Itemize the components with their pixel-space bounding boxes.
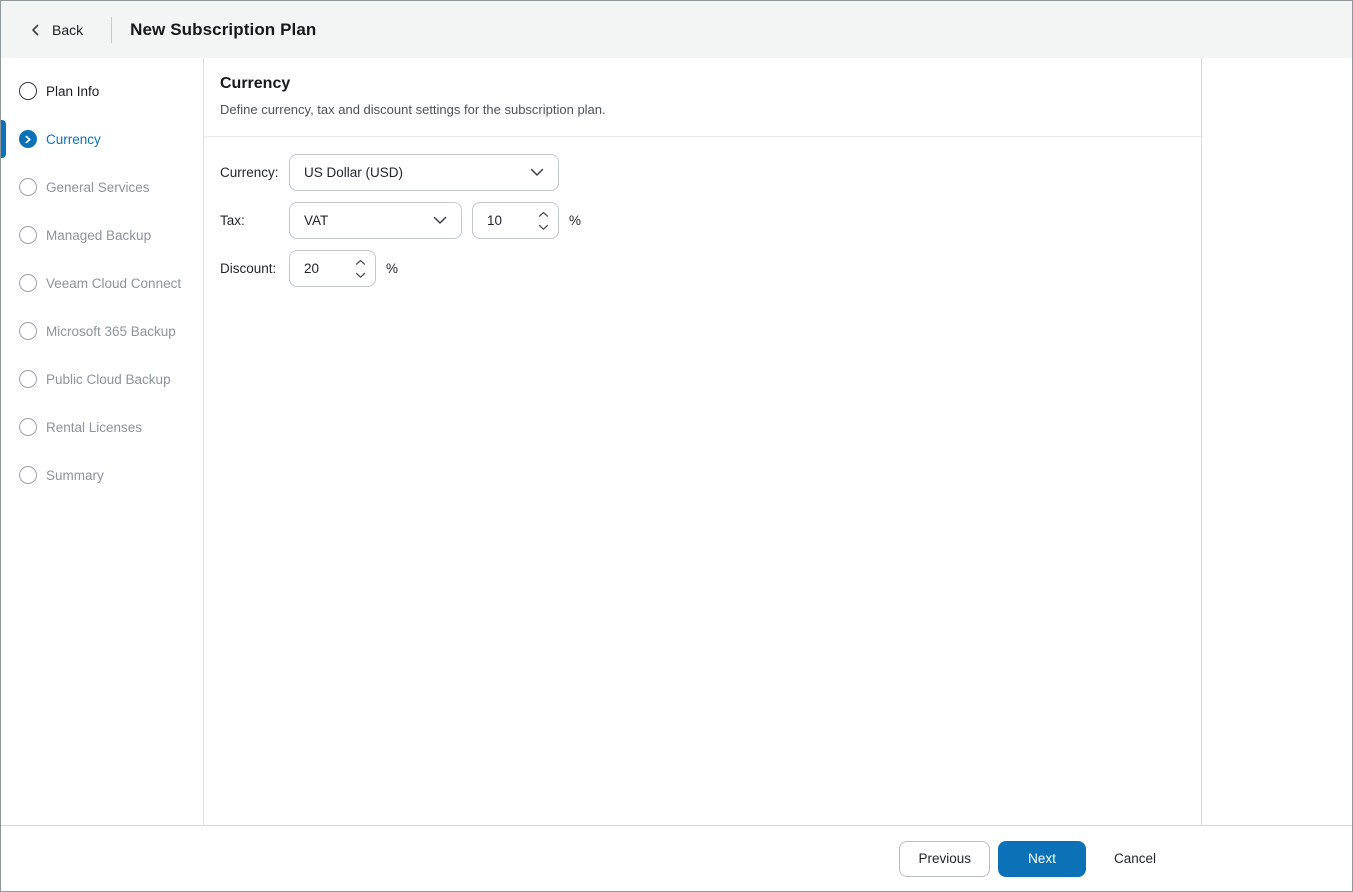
- chevron-down-icon: [530, 164, 544, 182]
- step-state-icon: [19, 178, 37, 196]
- currency-form: Currency: US Dollar (USD) Tax: VAT 10 % …: [204, 137, 1201, 315]
- step-label: Currency: [46, 131, 101, 147]
- new-subscription-plan-window: Back New Subscription Plan Plan Info Cur…: [0, 0, 1353, 892]
- tax-label: Tax:: [220, 213, 245, 228]
- currency-select-value: US Dollar (USD): [304, 165, 404, 180]
- tax-rate-field: [472, 202, 559, 239]
- sidebar-item-summary[interactable]: Summary: [1, 451, 203, 499]
- discount-label: Discount:: [220, 261, 277, 276]
- step-state-icon: [19, 370, 37, 388]
- sidebar-item-managed-backup[interactable]: Managed Backup: [1, 211, 203, 259]
- currency-step-panel: Currency Define currency, tax and discou…: [204, 58, 1202, 825]
- step-state-icon: [19, 322, 37, 340]
- sidebar-item-public-cloud-backup[interactable]: Public Cloud Backup: [1, 355, 203, 403]
- sidebar-item-plan-info[interactable]: Plan Info: [1, 67, 203, 115]
- discount-percent-sign: %: [386, 261, 399, 276]
- discount-input[interactable]: [290, 251, 342, 286]
- spinner-up-icon[interactable]: [353, 257, 367, 267]
- wizard-footer: Previous Next Cancel: [1, 825, 1352, 891]
- step-label: Veeam Cloud Connect: [46, 275, 182, 291]
- step-state-icon: [19, 82, 37, 100]
- chevron-down-icon: [433, 212, 447, 230]
- step-label: Plan Info: [46, 83, 100, 99]
- step-state-icon: [19, 226, 37, 244]
- discount-spinner: [353, 251, 367, 286]
- currency-row: Currency: US Dollar (USD): [220, 154, 1185, 191]
- sidebar-item-veeam-cloud-connect[interactable]: Veeam Cloud Connect: [1, 259, 203, 307]
- step-state-icon: [19, 130, 37, 148]
- step-state-icon: [19, 418, 37, 436]
- currency-select[interactable]: US Dollar (USD): [289, 154, 559, 191]
- tax-percent-sign: %: [569, 213, 582, 228]
- chevron-left-icon: [29, 23, 42, 37]
- spinner-down-icon[interactable]: [536, 222, 550, 232]
- wizard-body: Plan Info Currency General Services Mana…: [1, 58, 1352, 825]
- step-header: Currency Define currency, tax and discou…: [204, 58, 1201, 137]
- header-divider: [111, 16, 113, 43]
- tax-type-select[interactable]: VAT: [289, 202, 462, 239]
- right-gutter: [1202, 58, 1352, 825]
- discount-row: Discount: 20 %: [220, 250, 1185, 287]
- sidebar-item-microsoft-365-backup[interactable]: Microsoft 365 Backup: [1, 307, 203, 355]
- step-label: General Services: [46, 179, 150, 195]
- sidebar-item-general-services[interactable]: General Services: [1, 163, 203, 211]
- step-label: Microsoft 365 Backup: [46, 323, 176, 339]
- step-state-icon: [19, 466, 37, 484]
- step-heading: Currency: [220, 75, 291, 92]
- step-label: Managed Backup: [46, 227, 152, 243]
- step-label: Public Cloud Backup: [46, 371, 171, 387]
- spinner-down-icon[interactable]: [353, 270, 367, 280]
- discount-field: [289, 250, 376, 287]
- wizard-header: Back New Subscription Plan: [1, 1, 1352, 58]
- back-label: Back: [52, 21, 84, 38]
- step-label: Rental Licenses: [46, 419, 143, 435]
- step-label: Summary: [46, 467, 104, 483]
- tax-type-select-value: VAT: [304, 213, 329, 228]
- next-button[interactable]: Next: [997, 840, 1086, 877]
- step-state-icon: [19, 274, 37, 292]
- step-description: Define currency, tax and discount settin…: [220, 102, 606, 117]
- tax-rate-spinner: [536, 203, 550, 238]
- back-button[interactable]: Back: [25, 16, 87, 44]
- currency-label: Currency:: [220, 165, 279, 180]
- sidebar-item-currency[interactable]: Currency: [1, 115, 203, 163]
- cancel-button[interactable]: Cancel: [1104, 841, 1166, 877]
- tax-row: Tax: VAT 10 %: [220, 202, 1185, 239]
- wizard-steps: Plan Info Currency General Services Mana…: [1, 58, 204, 825]
- page-title: New Subscription Plan: [130, 19, 317, 39]
- previous-button[interactable]: Previous: [899, 840, 990, 877]
- spinner-up-icon[interactable]: [536, 209, 550, 219]
- sidebar-item-rental-licenses[interactable]: Rental Licenses: [1, 403, 203, 451]
- chevron-right-icon: [25, 135, 31, 143]
- tax-rate-input[interactable]: [473, 203, 525, 238]
